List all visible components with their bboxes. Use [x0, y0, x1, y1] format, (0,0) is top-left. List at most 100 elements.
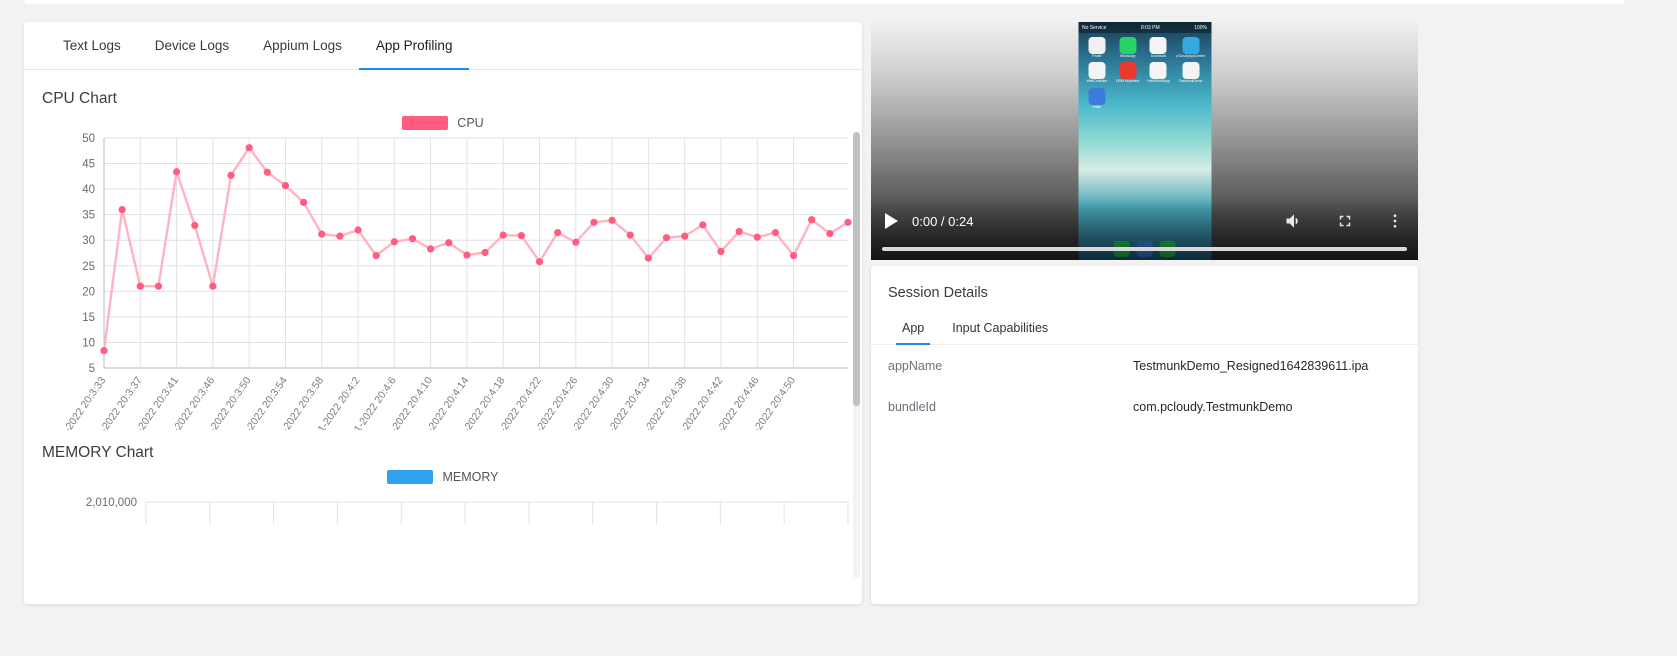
y-axis-tick: 10: [82, 337, 95, 349]
cpu-data-point: [427, 245, 435, 253]
tab-app-profiling-label: App Profiling: [375, 38, 453, 53]
device-battery: 100%: [1194, 24, 1207, 31]
session-video-player[interactable]: No Service 8:03 PM 100% Finder WhatsApp Do…: [871, 22, 1418, 260]
play-icon[interactable]: [885, 213, 898, 229]
cpu-data-point: [608, 216, 616, 224]
device-clock: 8:03 PM: [1141, 24, 1160, 31]
cpu-data-point: [318, 230, 326, 238]
app-tile: [1119, 62, 1137, 80]
cpu-legend-swatch: [402, 116, 449, 130]
cpu-data-point: [263, 168, 271, 176]
tab-appium-logs[interactable]: Appium Logs: [246, 22, 359, 69]
cpu-data-point: [118, 205, 126, 214]
cpu-data-point: [481, 248, 489, 257]
log-tabs: Text Logs Device Logs Appium Logs App Pr…: [24, 22, 862, 70]
cpu-data-point: [300, 198, 308, 206]
x-axis-tick: 31-1-2022 20:3:33: [49, 375, 108, 430]
session-tabs: App Input Capabilities: [871, 315, 1418, 345]
cpu-data-point: [789, 251, 798, 260]
cpu-series-line: [102, 146, 850, 352]
tab-device-logs[interactable]: Device Logs: [138, 22, 246, 69]
cpu-chart-plot: 5 10 15 20 25 30 35 40 45 50 31-1-2022 20:3:33 31-1…: [42, 130, 862, 430]
y-axis-tick: 25: [82, 261, 95, 273]
detail-row-bundleid: bundleId com.pcloudy.TestmunkDemo: [871, 386, 1418, 427]
y-axis-tick: 15: [82, 312, 95, 324]
fullscreen-icon[interactable]: [1336, 212, 1354, 230]
detail-key: appName: [888, 358, 943, 373]
cpu-data-point: [390, 238, 398, 246]
cpu-data-point: [209, 282, 217, 290]
device-app-icon: WhatsApp: [1115, 37, 1141, 58]
more-vertical-icon[interactable]: [1386, 212, 1404, 230]
detail-value: TestmunkDemo_Resigned1642839611.ipa: [1133, 358, 1369, 373]
cpu-data-point: [753, 233, 761, 241]
charts-scrollbar-thumb[interactable]: [853, 132, 860, 406]
device-app-icon: HelloWorldApp: [1146, 62, 1172, 83]
tab-appium-logs-label: Appium Logs: [263, 38, 342, 53]
cpu-data-point: [281, 181, 290, 190]
device-app-icon: pCloudyAppCenter: [1176, 37, 1205, 58]
tab-app-profiling[interactable]: App Profiling: [358, 22, 470, 70]
tab-app[interactable]: App: [888, 315, 938, 345]
session-details-card: Session Details App Input Capabilities a…: [871, 266, 1418, 604]
device-app-icon: DRM Keyboard: [1115, 62, 1141, 83]
app-tile-label: DRM Keyboard: [1116, 79, 1140, 84]
y-axis-tick: 20: [82, 286, 95, 298]
video-time-display: 0:00 / 0:24: [912, 213, 974, 229]
device-app-icon: WebControler: [1084, 62, 1110, 83]
tab-text-logs[interactable]: Text Logs: [46, 22, 138, 69]
cpu-data-point: [771, 228, 780, 237]
cpu-data-point: [463, 251, 471, 259]
y-axis-tick: 50: [82, 133, 95, 145]
cpu-data-point: [644, 254, 652, 262]
video-controls: 0:00 / 0:24: [871, 198, 1418, 260]
cpu-data-point: [408, 235, 417, 243]
cpu-data-point: [154, 282, 163, 290]
cpu-chart-svg: 510152025303540455031-1-2022 20:3:3331-1…: [49, 133, 852, 430]
tab-text-logs-label: Text Logs: [63, 38, 121, 53]
cpu-chart-legend: CPU: [24, 116, 862, 130]
app-tile: [1182, 62, 1200, 80]
detail-row-appname: appName TestmunkDemo_Resigned1642839611.…: [871, 345, 1418, 386]
cpu-data-point: [172, 168, 181, 176]
cpu-data-point: [554, 228, 562, 237]
device-app-icon: Finder: [1084, 37, 1110, 58]
app-tile: [1119, 37, 1137, 54]
y-axis-tick: 35: [82, 210, 95, 222]
tab-input-capabilities[interactable]: Input Capabilities: [938, 315, 1062, 344]
app-tile-label: HelloWorldApp: [1147, 79, 1170, 84]
cpu-chart-title: CPU Chart: [42, 90, 117, 107]
memory-chart-title: MEMORY Chart: [42, 444, 154, 461]
tab-device-logs-label: Device Logs: [154, 38, 230, 53]
cpu-data-point: [626, 231, 634, 239]
device-app-grid: Finder WhatsApp Download pCloudyAppCenter We…: [1078, 33, 1211, 109]
cpu-data-point: [227, 171, 235, 179]
cpu-data-point: [191, 221, 199, 229]
cpu-data-point: [136, 282, 144, 290]
app-tile-label: WebControler: [1086, 79, 1108, 84]
previous-card-sliver: [24, 0, 1625, 4]
cpu-data-point: [245, 144, 253, 152]
cpu-data-point: [336, 232, 344, 240]
app-tile-label: Safari: [1092, 104, 1102, 109]
session-details-title: Session Details: [888, 285, 988, 301]
memory-y-axis-tick: 2,010,000: [86, 497, 137, 509]
app-root: Text Logs Device Logs Appium Logs App Pr…: [0, 0, 1677, 656]
memory-chart-legend: MEMORY: [24, 470, 862, 484]
cpu-data-point: [354, 226, 362, 234]
cpu-data-point: [590, 218, 598, 226]
app-tile: [1149, 62, 1167, 80]
memory-legend-label: MEMORY: [442, 470, 499, 484]
app-profiling-card: Text Logs Device Logs Appium Logs App Pr…: [24, 22, 862, 604]
video-progress-bar[interactable]: [882, 247, 1407, 251]
charts-scroll-area: CPU Chart CPU 5 10 15 20 25 30 35 40 45 50 31-1-20…: [24, 70, 862, 578]
device-app-icon: TestmunkDemo: [1176, 62, 1205, 83]
y-axis-tick: 45: [82, 159, 95, 171]
cpu-data-point: [735, 227, 743, 236]
tab-app-label: App: [902, 321, 925, 335]
cpu-data-point: [844, 218, 852, 226]
volume-icon[interactable]: [1284, 211, 1304, 231]
memory-chart-svg: 2,010,000: [86, 497, 849, 524]
app-tile: [1088, 87, 1106, 105]
y-axis-tick: 40: [82, 184, 95, 196]
